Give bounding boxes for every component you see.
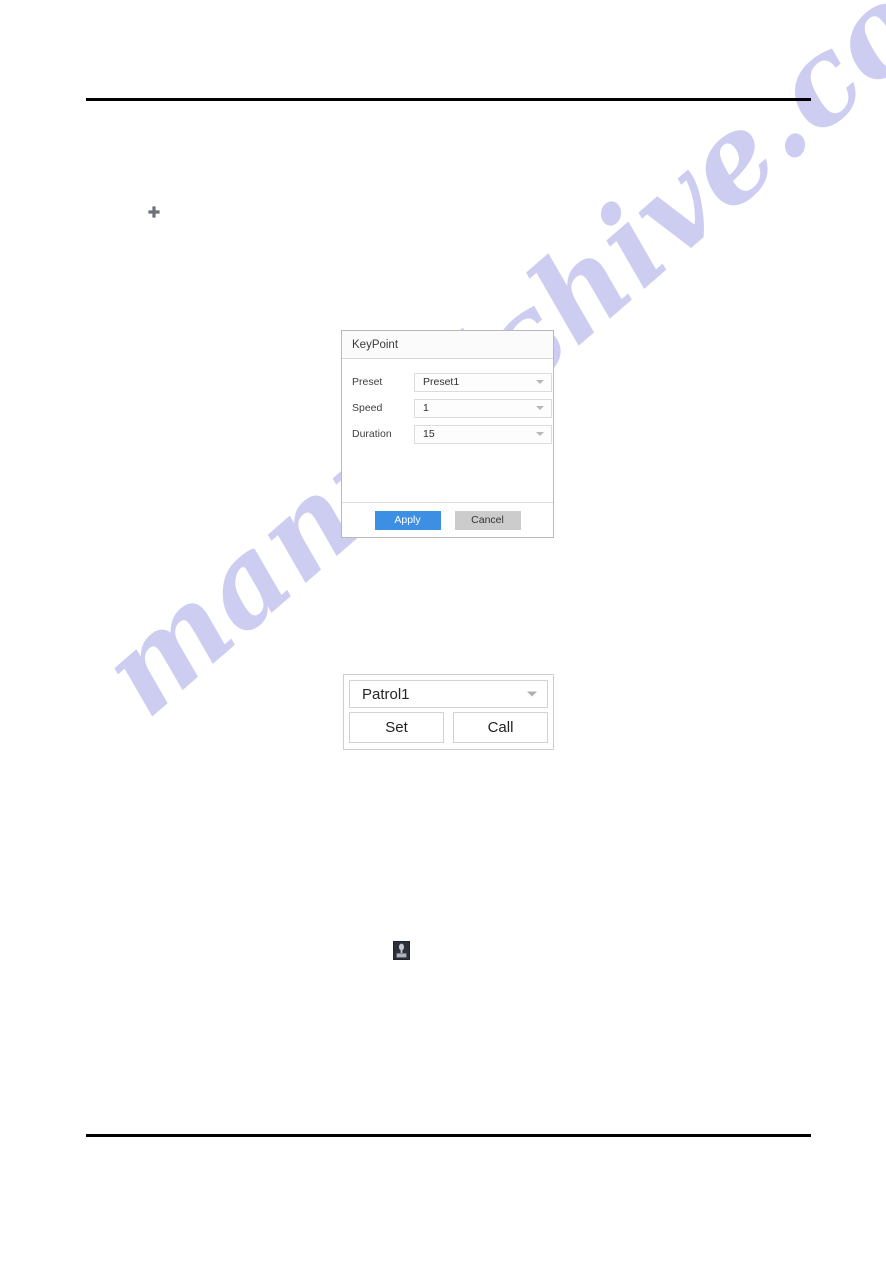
patrol-select[interactable]: Patrol1 [349, 680, 548, 708]
cancel-button[interactable]: Cancel [454, 510, 521, 530]
patrol-select-value: Patrol1 [362, 685, 410, 703]
keypoint-dialog-titlebar: KeyPoint [342, 331, 553, 359]
duration-select[interactable]: 15 [414, 424, 552, 444]
call-button[interactable]: Call [453, 712, 548, 743]
preset-label: Preset [352, 376, 383, 388]
header-rule [86, 98, 811, 101]
duration-row: Duration 15 [342, 421, 553, 447]
keypoint-dialog-title: KeyPoint [352, 338, 399, 351]
duration-label: Duration [352, 428, 392, 440]
chevron-down-icon [536, 380, 544, 384]
preset-value: Preset1 [423, 375, 460, 388]
chevron-down-icon [536, 406, 544, 410]
keypoint-dialog-body: Preset Preset1 Speed 1 Duration 15 [342, 359, 553, 503]
speed-select[interactable]: 1 [414, 398, 552, 418]
preset-row: Preset Preset1 [342, 369, 553, 395]
preset-select[interactable]: Preset1 [414, 372, 552, 392]
keypoint-dialog-footer: Apply Cancel [342, 503, 553, 537]
apply-button[interactable]: Apply [374, 510, 441, 530]
duration-value: 15 [423, 427, 435, 440]
speed-row: Speed 1 [342, 395, 553, 421]
chevron-down-icon [527, 691, 537, 697]
plus-icon[interactable] [146, 204, 162, 220]
set-button[interactable]: Set [349, 712, 444, 743]
patrol-button-group: Set Call [349, 712, 548, 743]
keypoint-dialog: KeyPoint Preset Preset1 Speed 1 Duration… [341, 330, 554, 538]
footer-rule [86, 1134, 811, 1137]
speed-value: 1 [423, 401, 429, 414]
chevron-down-icon [536, 432, 544, 436]
ptz-manual-icon[interactable] [393, 941, 410, 960]
speed-label: Speed [352, 402, 383, 414]
patrol-panel: Patrol1 Set Call [343, 674, 554, 750]
